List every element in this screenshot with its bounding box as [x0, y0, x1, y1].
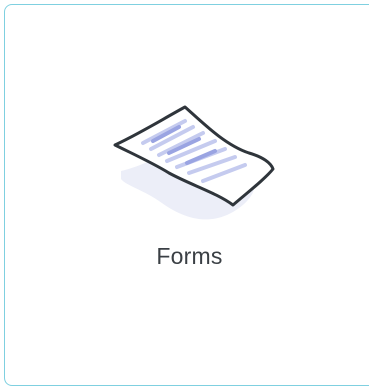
card-label: Forms: [156, 243, 223, 269]
forms-card[interactable]: Forms: [4, 4, 369, 386]
document-paper-icon: [107, 101, 277, 225]
